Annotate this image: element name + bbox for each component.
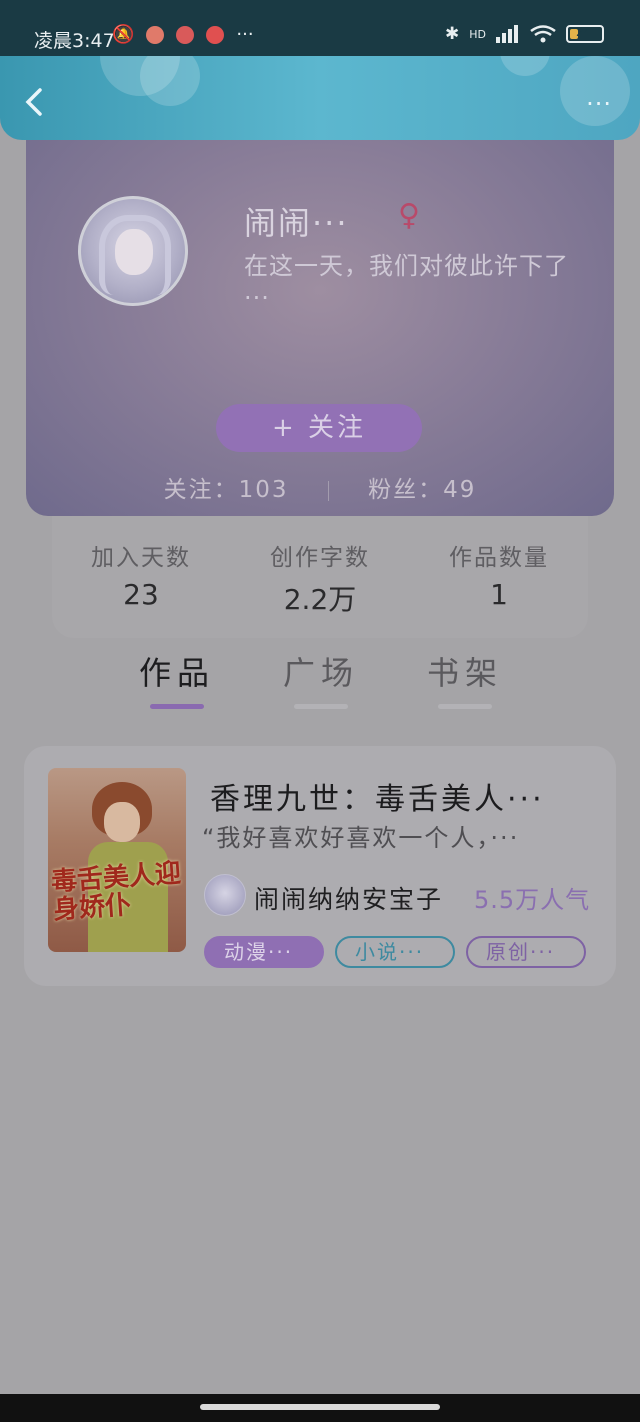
follow-stats: 关注：103 粉丝：49: [26, 470, 614, 504]
follow-button[interactable]: + 关注: [216, 404, 422, 452]
tag-novel[interactable]: 小说···: [335, 936, 455, 968]
network-label: HD: [469, 27, 486, 41]
tab-works[interactable]: 作品: [122, 648, 232, 709]
back-button[interactable]: [22, 86, 46, 118]
info-label: 加入天数: [91, 545, 191, 571]
cover-title: 毒舌美人迎身娇仆: [50, 858, 182, 926]
tab-bar: 作品 广场 书架: [0, 648, 640, 712]
info-label: 创作字数: [270, 545, 370, 571]
info-value: 2.2万: [283, 583, 357, 616]
app-notification-icon: [176, 25, 195, 44]
user-bio: 在这一天，我们对彼此许下了···: [244, 252, 569, 312]
book-cover[interactable]: 毒舌美人迎身娇仆: [48, 768, 186, 952]
status-bar: 凌晨3:47 🔕 ··· ✱ HD 24: [0, 0, 640, 58]
app-header: ···: [0, 56, 640, 140]
info-works: 作品数量 1: [414, 538, 584, 611]
info-value: 23: [123, 578, 159, 611]
status-time: 凌晨3:47: [34, 30, 115, 52]
avatar[interactable]: [78, 196, 188, 306]
author-avatar[interactable]: [204, 874, 246, 916]
female-gender-icon: ♀: [398, 198, 420, 233]
work-card[interactable]: 毒舌美人迎身娇仆 香理九世：毒舌美人··· “我好喜欢好喜欢一个人，··· 闹闹…: [24, 746, 616, 986]
system-icons: ✱ HD 24: [445, 24, 604, 44]
user-name: 闹闹···: [244, 204, 349, 242]
work-quote: “我好喜欢好喜欢一个人，···: [202, 824, 520, 852]
battery-level: 24: [576, 25, 592, 39]
info-days: 加入天数 23: [56, 538, 226, 611]
tab-label: 广场: [282, 654, 359, 692]
app-notification-icon: [206, 25, 225, 44]
bluetooth-icon: ✱: [445, 24, 460, 44]
tab-indicator: [438, 704, 492, 709]
profile-card: 闹闹··· ♀ 在这一天，我们对彼此许下了··· + 关注 关注：103 粉丝：…: [26, 140, 614, 516]
mute-icon: 🔕: [112, 24, 135, 45]
tab-active-indicator: [150, 704, 204, 709]
tab-label: 书架: [426, 654, 503, 692]
chevron-left-icon: [25, 88, 42, 116]
tab-square[interactable]: 广场: [266, 648, 376, 709]
work-title[interactable]: 香理九世：毒舌美人···: [210, 774, 600, 818]
battery-icon: 24: [566, 25, 604, 43]
wifi-icon: [530, 25, 556, 43]
home-indicator[interactable]: [200, 1404, 440, 1410]
system-nav-bar: [0, 1394, 640, 1422]
tag-anime[interactable]: 动漫···: [204, 936, 324, 968]
info-label: 作品数量: [449, 545, 549, 571]
author-name[interactable]: 闹闹纳纳安宝子: [254, 880, 443, 916]
info-card: 加入天数 23 创作字数 2.2万 作品数量 1: [52, 516, 588, 638]
info-value: 1: [490, 578, 508, 611]
info-words: 创作字数 2.2万: [235, 538, 405, 618]
tab-indicator: [294, 704, 348, 709]
followers-count[interactable]: 粉丝：49: [368, 477, 476, 503]
notification-icons: 🔕 ···: [112, 24, 254, 45]
tab-bookshelf[interactable]: 书架: [410, 648, 520, 709]
tag-original[interactable]: 原创···: [466, 936, 586, 968]
app-notification-icon: [146, 25, 165, 44]
following-count[interactable]: 关注：103: [164, 477, 289, 503]
more-notifications-icon: ···: [236, 24, 254, 45]
popularity-count: 5.5万人气: [474, 886, 591, 914]
tab-label: 作品: [138, 654, 215, 692]
signal-icon: [496, 25, 518, 43]
more-options-button[interactable]: ···: [586, 90, 612, 118]
